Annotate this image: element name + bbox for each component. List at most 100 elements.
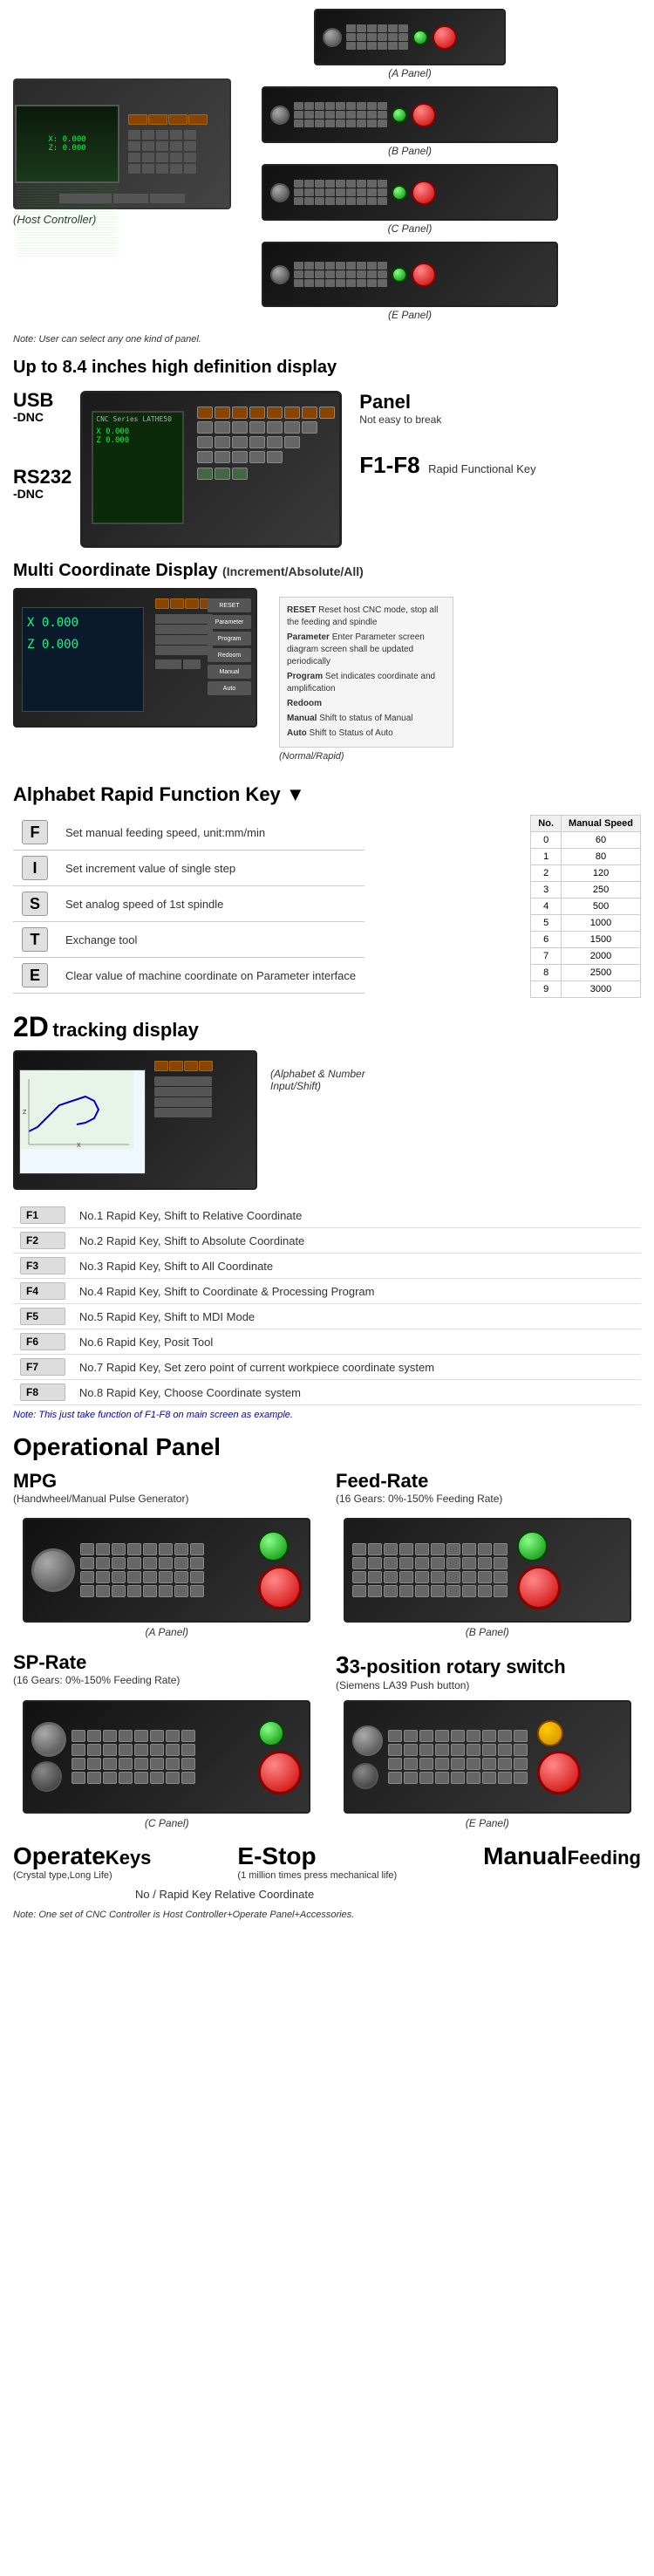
- panel-e-knob: [270, 265, 290, 284]
- f1f8-feature-label: F1-F8: [359, 452, 419, 478]
- op-panel-e-label: (E Panel): [466, 1817, 509, 1829]
- panel-e-red-btn: [412, 263, 436, 287]
- sp-rate-label: SP-Rate: [13, 1651, 318, 1674]
- f1f8-row: F3 No.3 Rapid Key, Shift to All Coordina…: [13, 1254, 641, 1279]
- f-key-cell: F3: [20, 1257, 65, 1274]
- coord-info-box: RESET Reset host CNC mode, stop all the …: [279, 597, 453, 748]
- operational-section: Operational Panel MPG (Handwheel/Manual …: [13, 1433, 641, 1920]
- rs232-sub: -DNC: [13, 487, 72, 501]
- coord-x-value: X 0.000: [27, 612, 139, 634]
- coord-btn-parameter: Parameter: [208, 615, 251, 629]
- manual-speed-row: 5 1000: [531, 915, 641, 932]
- coord-normal-rapid-label: (Normal/Rapid): [279, 751, 632, 762]
- op-panel-b-image: [344, 1518, 631, 1623]
- alphabet-section: Alphabet Rapid Function Key ▼ F Set manu…: [13, 783, 641, 998]
- op-panel-e-item: (E Panel): [334, 1700, 642, 1829]
- alphabet-row: E Clear value of machine coordinate on P…: [13, 958, 364, 994]
- alphabet-table: F Set manual feeding speed, unit:mm/min …: [13, 815, 364, 994]
- multi-coord-content: X 0.000 Z 0.000: [13, 588, 641, 770]
- e-stop-label: E-Stop: [237, 1842, 316, 1870]
- panel-b-image: [262, 86, 558, 143]
- op-panel-a-red-btn: [258, 1566, 302, 1609]
- tracking-suffix: tracking display: [52, 1019, 199, 1041]
- panel-feature-label: Panel: [359, 391, 535, 413]
- alpha-desc: Set analog speed of 1st spindle: [57, 886, 364, 922]
- panel-b-green-btn: [392, 107, 407, 123]
- coord-buttons: RESET Parameter Program Redoom Manual Au…: [208, 598, 251, 695]
- op-panel-b-item: (B Panel): [334, 1518, 642, 1638]
- mpg-sub: (Handwheel/Manual Pulse Generator): [13, 1493, 318, 1505]
- manual-speed-row: 3 250: [531, 882, 641, 899]
- main-screen: CNC Series LATHE50 X 0.000 Z 0.000: [92, 411, 184, 524]
- alphabet-row: T Exchange tool: [13, 922, 364, 958]
- manual-speed-val: 80: [562, 849, 641, 865]
- alpha-desc: Set manual feeding speed, unit:mm/min: [57, 815, 364, 851]
- f-key-cell: F8: [20, 1384, 65, 1401]
- panel-a-green-btn: [412, 30, 428, 45]
- e-stop-sub: (1 million times press mechanical life): [237, 1870, 397, 1881]
- panel-feature-sub: Not easy to break: [359, 413, 535, 426]
- multi-coord-section: Multi Coordinate Display (Increment/Abso…: [13, 561, 641, 770]
- tracking-image: Z X: [13, 1050, 257, 1190]
- op-panel-b-red-btn: [517, 1566, 561, 1609]
- panel-b-keys: [294, 102, 387, 127]
- tracking-screen: Z X: [19, 1069, 146, 1174]
- alphabet-content: F Set manual feeding speed, unit:mm/min …: [13, 815, 641, 998]
- f-key-desc: No.8 Rapid Key, Choose Coordinate system: [72, 1380, 641, 1405]
- rotary-sub: (Siemens LA39 Push button): [336, 1679, 641, 1691]
- op-panel-c-item: (C Panel): [13, 1700, 321, 1829]
- panel-a-label: (A Panel): [388, 67, 432, 79]
- manual-speed-val: 500: [562, 899, 641, 915]
- operate-keys-sub: (Crystal type,Long Life): [13, 1870, 112, 1881]
- manual-speed-no: 0: [531, 832, 562, 849]
- coord-z-value: Z 0.000: [27, 634, 139, 656]
- intro-right: (A Panel) (B Panel): [249, 9, 571, 321]
- f1f8-table: F1 No.1 Rapid Key, Shift to Relative Coo…: [13, 1203, 641, 1405]
- tracking-section: 2D tracking display Z X: [13, 1011, 641, 1190]
- op-panel-e-knob1: [352, 1725, 383, 1756]
- panel-a-knob: [323, 28, 342, 47]
- panel-a-red-btn: [433, 25, 457, 50]
- manual-speed-val: 60: [562, 832, 641, 849]
- note-user: Note: User can select any one kind of pa…: [13, 334, 641, 345]
- operate-keys-label: Operate: [13, 1842, 106, 1870]
- manual-speed-no: 3: [531, 882, 562, 899]
- op-panel-c-knob1: [31, 1722, 66, 1757]
- op-panel-b-keys: [352, 1543, 508, 1597]
- f-key-desc: No.3 Rapid Key, Shift to All Coordinate: [72, 1254, 641, 1279]
- panel-c-label: (C Panel): [388, 222, 433, 235]
- f-key-desc: No.7 Rapid Key, Set zero point of curren…: [72, 1355, 641, 1380]
- main-controller-image: CNC Series LATHE50 X 0.000 Z 0.000: [80, 391, 342, 548]
- rs232-group: RS232 -DNC: [13, 468, 72, 501]
- host-controller-screen: X: 0.000 Z: 0.000: [15, 105, 119, 183]
- sp-rate-feature: SP-Rate (16 Gears: 0%-150% Feeding Rate): [13, 1651, 318, 1691]
- rs232-label: RS232: [13, 468, 72, 487]
- op-panel-a-image: [23, 1518, 310, 1623]
- alpha-desc: Set increment value of single step: [57, 851, 364, 886]
- tracking-content: Z X: [13, 1050, 641, 1190]
- feed-rate-sub: (16 Gears: 0%-150% Feeding Rate): [336, 1493, 641, 1505]
- panel-c-image: [262, 164, 558, 221]
- f-key-cell: F4: [20, 1282, 65, 1300]
- op-panel-a-green-btn: [258, 1531, 289, 1561]
- op-panel-c-image: [23, 1700, 310, 1814]
- f-key-cell: F5: [20, 1308, 65, 1325]
- op-panel-c-keys: [72, 1730, 195, 1784]
- panel-e-image: [262, 242, 558, 307]
- alphabet-title: Alphabet Rapid Function Key ▼: [13, 783, 641, 806]
- op-panel-c-knob2: [31, 1761, 62, 1792]
- op-panel-b-btns: [517, 1531, 561, 1609]
- manual-speed-val: 120: [562, 865, 641, 882]
- f1f8-row: F8 No.8 Rapid Key, Choose Coordinate sys…: [13, 1380, 641, 1405]
- manual-speed-col-header: No.: [531, 816, 562, 832]
- manual-speed-row: 1 80: [531, 849, 641, 865]
- manual-speed-row: 0 60: [531, 832, 641, 849]
- op-features-bottom: SP-Rate (16 Gears: 0%-150% Feeding Rate)…: [13, 1651, 641, 1691]
- feed-rate-label: Feed-Rate: [336, 1470, 641, 1493]
- tracking-2d-label: 2D: [13, 1011, 49, 1042]
- intro-left: X: 0.000 Z: 0.000: [13, 9, 240, 321]
- manual-speed-no: 7: [531, 948, 562, 965]
- panel-b-label: (B Panel): [388, 145, 432, 157]
- op-panel-e-keys: [388, 1730, 528, 1784]
- coord-display-image: X 0.000 Z 0.000: [13, 588, 257, 728]
